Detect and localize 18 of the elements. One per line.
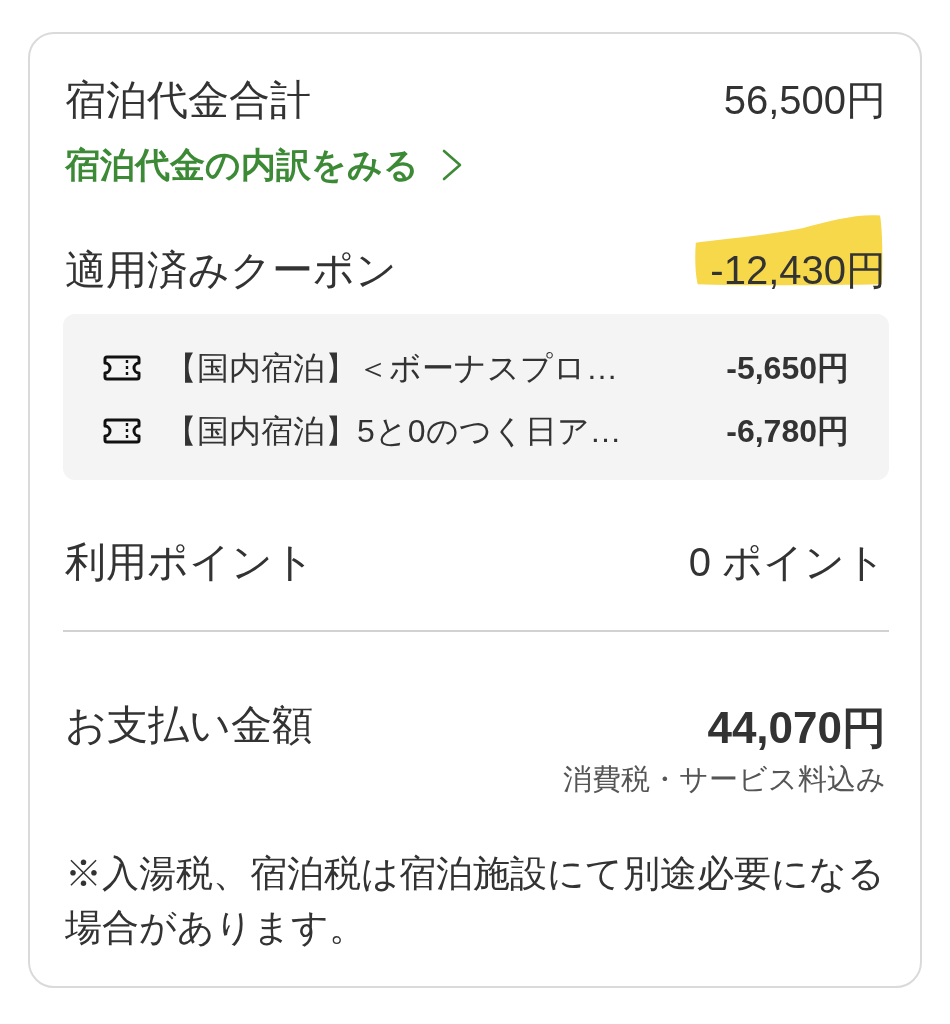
ticket-icon [103,417,141,444]
disclaimer-text: ※入湯税、宿泊税は宿泊施設にて別途必要になる場合があります。 [65,852,886,950]
coupon-label: 適用済みクーポン [65,246,397,295]
chevron-right-icon [441,149,463,181]
tax-note: 消費税・サービス料込み [563,762,886,797]
coupon-name: 【国内宿泊】5と0のつく日ア… [165,411,623,451]
points-label: 利用ポイント [65,538,315,587]
points-value: 0 ポイント [688,539,886,586]
coupon-discount: -6,780円 [726,411,849,451]
ticket-icon [103,354,141,381]
breakdown-link[interactable]: 宿泊代金の内訳をみる [65,141,463,189]
coupon-discount: -5,650円 [726,348,849,388]
coupon-total-amount: -12,430円 [710,247,886,294]
coupon-name: 【国内宿泊】＜ボーナスプロ… [165,348,619,388]
subtotal-amount: 56,500円 [723,77,886,124]
subtotal-label: 宿泊代金合計 [65,76,311,125]
payment-label: お支払い金額 [65,701,313,750]
payment-amount: 44,070円 [707,702,886,754]
